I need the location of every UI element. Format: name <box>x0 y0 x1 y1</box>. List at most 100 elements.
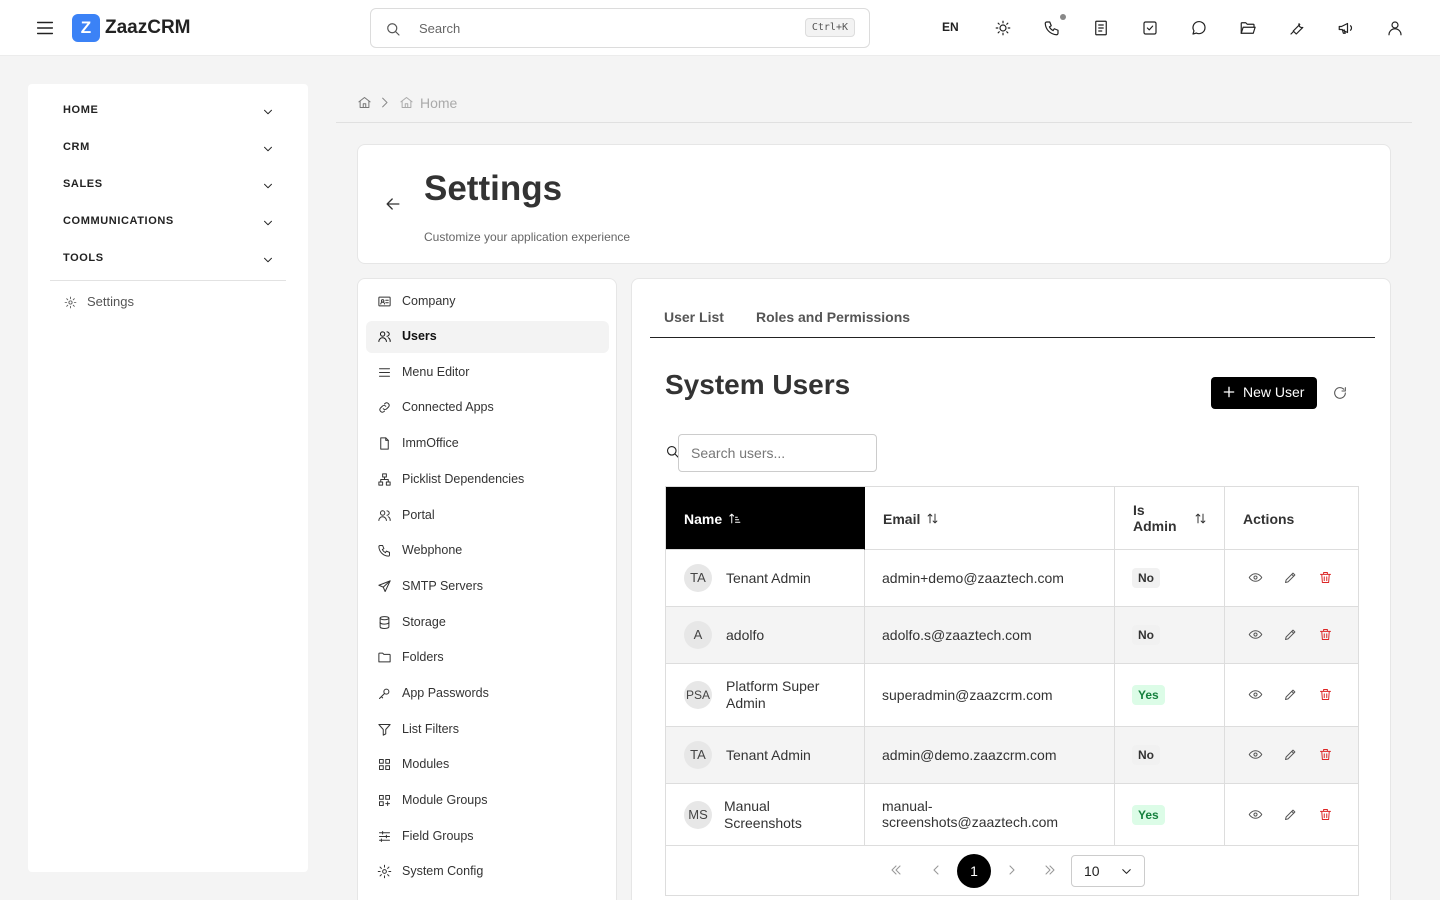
admin-badge: Yes <box>1132 805 1165 825</box>
next-page-icon[interactable] <box>1004 862 1020 878</box>
chevron-down-icon <box>261 216 275 230</box>
delete-trash-icon[interactable] <box>1318 747 1333 762</box>
refresh-icon[interactable] <box>1332 385 1348 401</box>
table-row[interactable]: A adolfo adolfo.s@zaaztech.com No <box>666 607 1358 664</box>
column-header-name[interactable]: Name <box>666 487 865 550</box>
settings-item-module-groups[interactable]: Module Groups <box>366 785 609 817</box>
app-logo[interactable]: Z <box>72 14 100 42</box>
email-cell: superadmin@zaazcrm.com <box>865 664 1115 726</box>
edit-pencil-icon[interactable] <box>1283 807 1298 822</box>
view-eye-icon[interactable] <box>1248 687 1263 702</box>
nav-section-sales[interactable]: SALES <box>63 178 275 198</box>
settings-item-picklist-dependencies[interactable]: Picklist Dependencies <box>366 464 609 496</box>
chevron-down-icon <box>261 142 275 156</box>
edit-pencil-icon[interactable] <box>1283 627 1298 642</box>
first-page-icon[interactable] <box>888 862 904 878</box>
column-header-label: Actions <box>1243 511 1295 527</box>
view-eye-icon[interactable] <box>1248 747 1263 762</box>
nav-section-crm[interactable]: CRM <box>63 141 275 161</box>
settings-item-field-groups[interactable]: Field Groups <box>366 821 609 853</box>
users-icon <box>378 331 391 342</box>
app-name[interactable]: ZaazCRM <box>105 17 191 39</box>
settings-item-list-filters[interactable]: List Filters <box>366 714 609 746</box>
nav-section-home[interactable]: HOME <box>63 104 275 124</box>
delete-trash-icon[interactable] <box>1318 627 1333 642</box>
settings-item-folders[interactable]: Folders <box>366 642 609 674</box>
sliders-icon <box>379 831 390 842</box>
delete-trash-icon[interactable] <box>1318 687 1333 702</box>
users-table: Name Email Is Admin Actions TA Tenant Ad… <box>665 486 1359 896</box>
prev-page-icon[interactable] <box>928 862 944 878</box>
delete-trash-icon[interactable] <box>1318 570 1333 585</box>
database-icon <box>379 616 390 629</box>
avatar: TA <box>684 741 712 769</box>
language-switcher[interactable]: EN <box>942 20 959 34</box>
column-header-is-admin[interactable]: Is Admin <box>1115 487 1225 550</box>
search-icon <box>384 20 402 38</box>
new-user-button[interactable]: New User <box>1211 377 1317 409</box>
sun-icon[interactable] <box>994 19 1012 37</box>
megaphone-icon[interactable] <box>1337 19 1355 37</box>
sort-ascending-icon[interactable] <box>728 511 743 526</box>
settings-item-webphone[interactable]: Webphone <box>366 535 609 567</box>
current-page-button[interactable]: 1 <box>957 854 991 888</box>
view-eye-icon[interactable] <box>1248 807 1263 822</box>
breadcrumb-home-icon[interactable] <box>357 95 372 110</box>
top-bar: Z ZaazCRM Search Ctrl+K EN <box>0 0 1440 56</box>
table-row[interactable]: TA Tenant Admin admin@demo.zaazcrm.com N… <box>666 727 1358 784</box>
notes-icon[interactable] <box>1092 19 1110 37</box>
edit-pencil-icon[interactable] <box>1283 687 1298 702</box>
settings-item-immoffice[interactable]: ImmOffice <box>366 428 609 460</box>
delete-trash-icon[interactable] <box>1318 807 1333 822</box>
tab-user-list[interactable]: User List <box>664 309 724 325</box>
chat-icon[interactable] <box>1190 19 1208 37</box>
actions-cell <box>1225 727 1358 783</box>
table-row[interactable]: TA Tenant Admin admin+demo@zaaztech.com … <box>666 550 1358 607</box>
nav-section-label: TOOLS <box>63 252 104 264</box>
email-cell: admin@demo.zaazcrm.com <box>865 727 1115 783</box>
sort-icon[interactable] <box>925 511 940 526</box>
nav-section-communications[interactable]: COMMUNICATIONS <box>63 215 275 235</box>
page-size-select[interactable]: 10 <box>1071 855 1145 887</box>
users-icon <box>378 510 391 521</box>
phone-icon[interactable] <box>1043 19 1061 37</box>
edit-pencil-icon[interactable] <box>1283 570 1298 585</box>
column-header-email[interactable]: Email <box>865 487 1115 550</box>
settings-item-company[interactable]: Company <box>366 286 609 318</box>
wrench-icon[interactable] <box>1288 19 1306 37</box>
user-icon[interactable] <box>1386 19 1404 37</box>
table-row[interactable]: MS Manual Screenshots manual-screenshots… <box>666 784 1358 846</box>
settings-item-users[interactable]: Users <box>366 321 609 353</box>
nav-settings-label: Settings <box>87 294 134 309</box>
settings-item-app-passwords[interactable]: App Passwords <box>366 678 609 710</box>
nav-section-label: CRM <box>63 141 90 153</box>
global-search[interactable]: Search Ctrl+K <box>370 8 870 48</box>
settings-item-connected-apps[interactable]: Connected Apps <box>366 392 609 424</box>
admin-badge: No <box>1132 568 1160 588</box>
column-header-label: Name <box>684 511 723 527</box>
sort-icon[interactable] <box>1193 511 1208 526</box>
view-eye-icon[interactable] <box>1248 627 1263 642</box>
user-search-input[interactable] <box>678 434 877 472</box>
user-email: manual-screenshots@zaaztech.com <box>882 798 1059 830</box>
settings-item-modules[interactable]: Modules <box>366 749 609 781</box>
avatar: MS <box>684 801 712 829</box>
settings-item-portal[interactable]: Portal <box>366 500 609 532</box>
settings-item-system-config[interactable]: System Config <box>366 856 609 888</box>
admin-cell: Yes <box>1115 664 1225 726</box>
nav-section-tools[interactable]: TOOLS <box>63 252 275 272</box>
tab-roles-and-permissions[interactable]: Roles and Permissions <box>756 309 910 325</box>
table-row[interactable]: PSA Platform Super Admin superadmin@zaaz… <box>666 664 1358 727</box>
last-page-icon[interactable] <box>1042 862 1058 878</box>
hamburger-menu-icon[interactable] <box>34 17 56 39</box>
folder-open-icon[interactable] <box>1239 19 1257 37</box>
name-cell: TA Tenant Admin <box>666 727 865 783</box>
back-arrow-icon[interactable] <box>383 194 403 214</box>
view-eye-icon[interactable] <box>1248 570 1263 585</box>
tasks-icon[interactable] <box>1141 19 1159 37</box>
edit-pencil-icon[interactable] <box>1283 747 1298 762</box>
settings-item-storage[interactable]: Storage <box>366 607 609 639</box>
settings-item-smtp-servers[interactable]: SMTP Servers <box>366 571 609 603</box>
settings-item-menu-editor[interactable]: Menu Editor <box>366 357 609 389</box>
settings-item-label: System Config <box>402 864 484 878</box>
